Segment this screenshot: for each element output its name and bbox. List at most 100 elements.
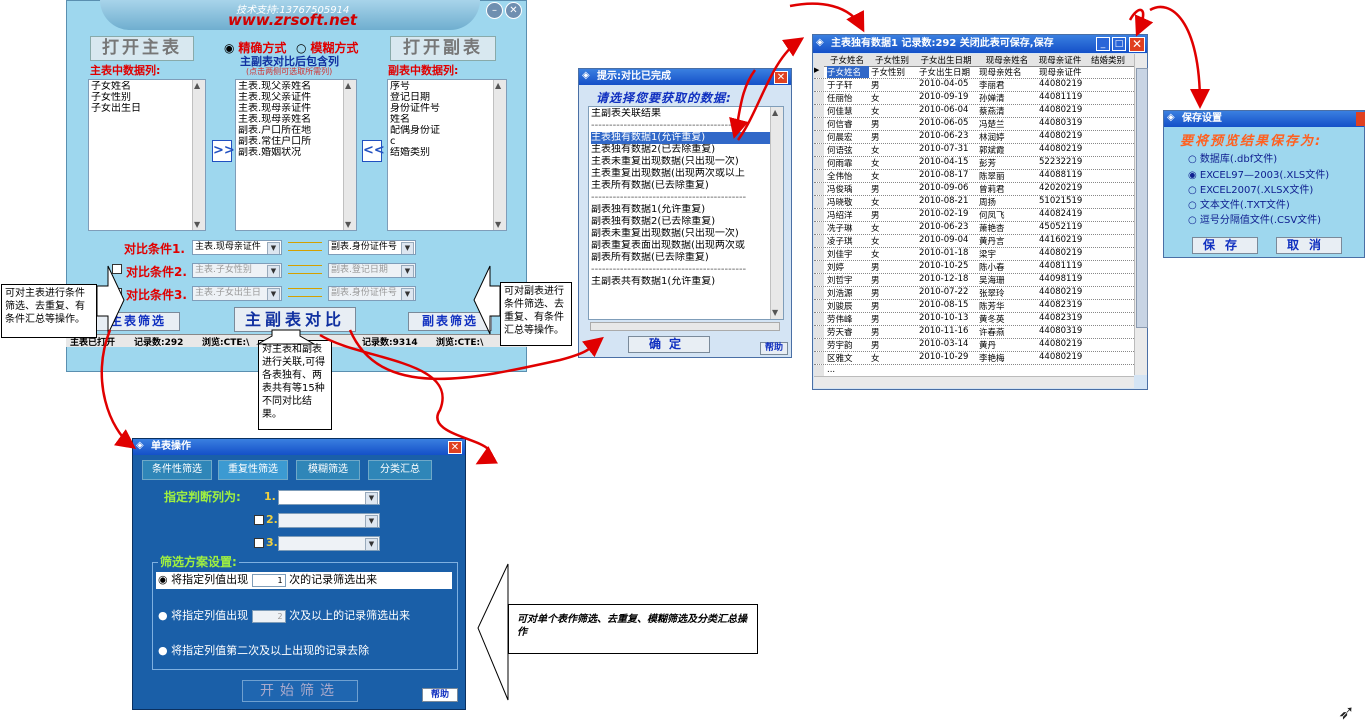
open-sub-button[interactable]: 打开副表 — [390, 36, 496, 61]
save-option-xls[interactable]: ◉ EXCEL97—2003(.XLS文件) — [1188, 166, 1329, 181]
table-cell[interactable]: 梁宇 — [979, 248, 1037, 260]
row-marker[interactable] — [814, 287, 824, 299]
table-cell[interactable]: 2010-01-18 — [919, 248, 975, 258]
table-cell[interactable]: 2010-02-19 — [919, 209, 975, 219]
horizontal-scrollbar[interactable] — [590, 322, 780, 331]
scheme-opt2[interactable]: ● 将指定列值出现 2 次及以上的记录筛选出来 — [156, 608, 452, 625]
col3-select[interactable] — [278, 536, 380, 551]
list-item[interactable]: 主表.现父亲证件 — [238, 92, 354, 103]
table-row[interactable]: 何晨宏男 2010-06-23 林润婷 44080219 — [814, 131, 1134, 144]
table-cell[interactable]: 44080219 — [1039, 144, 1083, 154]
list-item[interactable]: 主表.现父亲姓名 — [238, 81, 354, 92]
table-cell[interactable]: 女 — [871, 105, 915, 117]
table-cell[interactable]: 何雨霏 — [827, 157, 869, 169]
table-cell[interactable]: 陈翠丽 — [979, 170, 1037, 182]
table-cell[interactable]: 劳天睿 — [827, 326, 869, 338]
table-row[interactable]: 劳天睿男 2010-11-16 许春燕 44080319 — [814, 326, 1134, 339]
tab-group-summary[interactable]: 分类汇总 — [368, 460, 432, 480]
list-item[interactable]: 主副表关联结果 — [591, 108, 781, 120]
row-marker[interactable] — [814, 118, 824, 130]
list-item[interactable]: 主表独有数据2(已去除重复) — [591, 144, 781, 156]
single-help-button[interactable]: 帮助 — [422, 688, 458, 702]
table-cell[interactable]: 44080219 — [1039, 248, 1083, 258]
table-cell[interactable]: 何佳慧 — [827, 105, 869, 117]
table-maximize-button[interactable]: □ — [1112, 37, 1126, 51]
list-item[interactable]: 副表独有数据2(已去除重复) — [591, 216, 781, 228]
table-row[interactable]: 何佳慧女 2010-06-04 蔡燕清 44080219 — [814, 105, 1134, 118]
table-cell[interactable]: 刘婷 — [827, 261, 869, 273]
table-cell[interactable]: 44081119 — [1039, 92, 1083, 102]
cancel-button[interactable]: 取消 — [1276, 237, 1342, 254]
table-cell[interactable]: 子女姓名 — [827, 66, 869, 78]
table-cell[interactable]: 女 — [871, 248, 915, 260]
table-cell[interactable]: 男 — [871, 274, 915, 286]
save-option-xlsx[interactable]: ○ EXCEL2007(.XLSX文件) — [1188, 181, 1313, 196]
table-cell[interactable]: 女 — [871, 144, 915, 156]
row-marker[interactable] — [814, 209, 824, 221]
table-cell[interactable]: 44080219 — [1039, 339, 1083, 349]
table-cell[interactable]: 林润婷 — [979, 131, 1037, 143]
table-cell[interactable]: 2010-12-18 — [919, 274, 975, 284]
cond2-checkbox[interactable] — [112, 264, 122, 274]
table-cell[interactable]: 女 — [871, 157, 915, 169]
table-header[interactable]: 子女性别 — [870, 54, 914, 66]
table-cell[interactable]: 张翠玲 — [979, 287, 1037, 299]
table-cell[interactable]: 孙婵清 — [979, 92, 1037, 104]
table-cell[interactable]: 冼子琳 — [827, 222, 869, 234]
table-cell[interactable]: 子女性别 — [871, 66, 915, 78]
row-marker[interactable] — [814, 235, 824, 247]
table-row[interactable]: 冼子琳女 2010-06-23 萧艳杏 45052119 — [814, 222, 1134, 235]
table-header[interactable]: 现母亲姓名 — [978, 54, 1036, 66]
table-cell[interactable]: 2010-11-16 — [919, 326, 975, 336]
table-cell[interactable]: 2010-03-14 — [919, 339, 975, 349]
table-cell[interactable]: 蔡燕清 — [979, 105, 1037, 117]
table-cell[interactable]: 2010-08-15 — [919, 300, 975, 310]
table-row[interactable]: 冯绍洋男 2010-02-19 何凤飞 44082419 — [814, 209, 1134, 222]
table-cell[interactable]: 何晨宏 — [827, 131, 869, 143]
cond3-sub-select[interactable]: 副表.身份证件号 — [328, 286, 416, 301]
table-cell[interactable]: 男 — [871, 313, 915, 325]
table-cell[interactable]: 42020219 — [1039, 183, 1083, 193]
table-header[interactable]: 现母亲证件 — [1038, 54, 1082, 66]
list-item[interactable]: 副表重复表面出现数据(出现两次或 — [591, 240, 781, 252]
row-marker[interactable] — [814, 131, 824, 143]
cond2-sub-select[interactable]: 副表.登记日期 — [328, 263, 416, 278]
list-item[interactable]: 主副表共有数据1(允许重复) — [591, 276, 781, 288]
scrollbar[interactable] — [343, 80, 356, 230]
table-cell[interactable]: 劳宇韵 — [827, 339, 869, 351]
table-cell[interactable]: 51021519 — [1039, 196, 1083, 206]
result-columns-list[interactable]: 主表.现父亲姓名 主表.现父亲证件 主表.现母亲证件 主表.现母亲姓名 副表.户… — [235, 79, 357, 231]
table-row[interactable]: 任丽怡女 2010-09-19 孙婵清 44081119 — [814, 92, 1134, 105]
list-item[interactable]: 子女姓名 — [91, 81, 203, 92]
save-option-txt[interactable]: ○ 文本文件(.TXT文件) — [1188, 196, 1290, 211]
table-cell[interactable]: 44082319 — [1039, 313, 1083, 323]
table-cell[interactable]: 2010-04-05 — [919, 79, 975, 89]
table-cell[interactable]: 52232219 — [1039, 157, 1083, 167]
row-marker[interactable] — [814, 144, 824, 156]
table-cell[interactable]: 冯绍洋 — [827, 209, 869, 221]
col1-select[interactable] — [278, 490, 380, 505]
list-item[interactable]: 主表重复出现数据(出现两次或以上 — [591, 168, 781, 180]
tab-conditional-filter[interactable]: 条件性筛选 — [142, 460, 212, 480]
table-header[interactable]: 结婚类别 — [1084, 54, 1132, 66]
table-cell[interactable]: 44080219 — [1039, 287, 1083, 297]
table-cell[interactable]: 44080319 — [1039, 118, 1083, 128]
row-marker[interactable] — [814, 313, 824, 325]
table-row[interactable]: 区雅文女 2010-10-29 李艳梅 44080219 — [814, 352, 1134, 365]
table-cell[interactable]: 曾莉君 — [979, 183, 1037, 195]
close-button[interactable]: ✕ — [505, 2, 522, 19]
row-marker[interactable] — [814, 261, 824, 273]
table-cell[interactable]: 黄丹 — [979, 339, 1037, 351]
table-row[interactable]: 何信睿男 2010-06-05 冯楚兰 44080319 — [814, 118, 1134, 131]
count-spinner[interactable]: 2 — [251, 610, 286, 623]
list-item[interactable]: 主表.现母亲姓名 — [238, 114, 354, 125]
row-marker[interactable] — [814, 183, 824, 195]
add-right-button[interactable]: >> — [212, 140, 235, 162]
row-marker[interactable] — [814, 274, 824, 286]
col2-checkbox[interactable] — [254, 515, 264, 525]
table-cell[interactable]: 男 — [871, 261, 915, 273]
single-close-button[interactable]: ✕ — [448, 441, 462, 454]
table-row[interactable]: 劳伟峰男 2010-10-13 黄冬英 44082319 — [814, 313, 1134, 326]
table-row[interactable]: 劳宇韵男 2010-03-14 黄丹 44080219 — [814, 339, 1134, 352]
table-cell[interactable]: 2010-06-05 — [919, 118, 975, 128]
